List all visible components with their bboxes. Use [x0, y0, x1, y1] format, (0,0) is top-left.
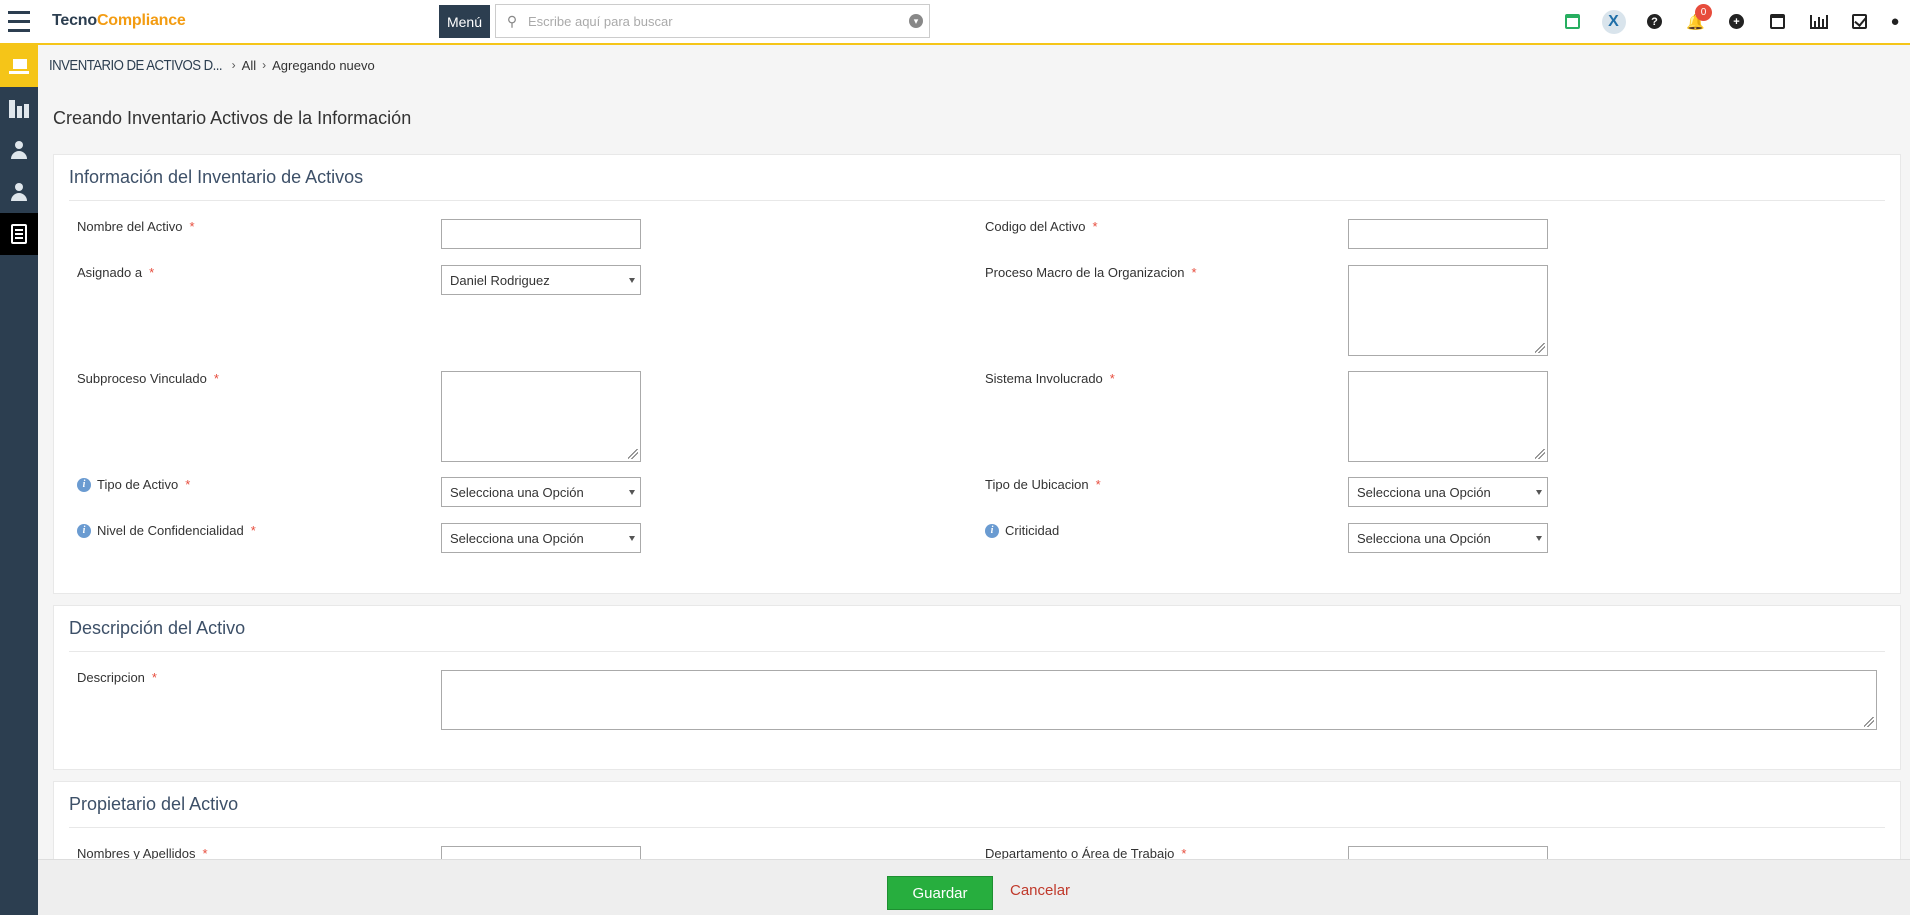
codigo-activo-input[interactable]	[1348, 219, 1548, 249]
breadcrumb: INVENTARIO DE ACTIVOS D... › All › Agreg…	[38, 45, 1910, 85]
info-icon[interactable]: i	[77, 477, 91, 492]
notification-badge: 0	[1695, 4, 1712, 21]
descripcion-textarea[interactable]	[441, 670, 1877, 730]
save-button[interactable]: Guardar	[887, 876, 993, 910]
section-asset-description: Descripción del Activo Descripcion *	[53, 605, 1901, 770]
cancel-link[interactable]: Cancelar	[1010, 882, 1070, 899]
section-asset-info: Información del Inventario de Activos No…	[53, 154, 1901, 594]
section-title: Descripción del Activo	[69, 606, 1885, 652]
label-tipo-ubicacion: Tipo de Ubicacion *	[985, 477, 1101, 492]
app-x-logo-icon[interactable]: X	[1593, 0, 1634, 43]
caret-down-icon	[629, 278, 635, 283]
brand-logo[interactable]: TecnoCompliance	[52, 12, 186, 30]
label-tipo-activo: i Tipo de Activo *	[77, 477, 190, 492]
section-title: Información del Inventario de Activos	[69, 155, 1885, 201]
help-icon[interactable]: ?	[1634, 0, 1675, 43]
sidebar-item-documents[interactable]	[0, 213, 38, 255]
chevron-right-icon: ›	[262, 58, 267, 72]
bell-icon[interactable]: 🔔 0	[1675, 0, 1716, 43]
buildings-icon	[9, 98, 29, 118]
search-icon: ⚲	[506, 12, 518, 29]
checkbox-icon[interactable]	[1839, 0, 1880, 43]
section-title: Propietario del Activo	[69, 782, 1885, 828]
tipo-ubicacion-select[interactable]: Selecciona una Opción	[1348, 477, 1548, 507]
sistema-textarea[interactable]	[1348, 371, 1548, 462]
label-sistema: Sistema Involucrado *	[985, 371, 1115, 386]
menu-button[interactable]: Menú	[439, 5, 490, 38]
asignado-select[interactable]: Daniel Rodriguez	[441, 265, 641, 295]
calendar-check-icon[interactable]	[1552, 0, 1593, 43]
breadcrumb-current: Agregando nuevo	[272, 57, 375, 73]
sidebar-item-users[interactable]	[0, 129, 38, 171]
search-dropdown-icon[interactable]: ▾	[903, 8, 929, 34]
bar-chart-icon[interactable]	[1798, 0, 1839, 43]
label-codigo-activo: Codigo del Activo *	[985, 219, 1098, 234]
nombre-activo-input[interactable]	[441, 219, 641, 249]
sidebar-item-inventory[interactable]	[0, 45, 38, 87]
label-subproceso: Subproceso Vinculado *	[77, 371, 219, 386]
caret-down-icon	[1536, 536, 1542, 541]
user-icon[interactable]: ●	[1880, 0, 1910, 43]
subproceso-textarea[interactable]	[441, 371, 641, 462]
search-input[interactable]	[528, 13, 903, 29]
calendar-icon[interactable]	[1757, 0, 1798, 43]
label-asignado: Asignado a *	[77, 265, 155, 280]
chevron-right-icon: ›	[231, 58, 236, 72]
caret-down-icon	[629, 490, 635, 495]
label-criticidad: i Criticidad	[985, 523, 1059, 538]
sidebar	[0, 45, 38, 915]
brand-logo-part1: Tecno	[52, 12, 97, 29]
label-confidencialidad: i Nivel de Confidencialidad *	[77, 523, 256, 538]
page-title: Creando Inventario Activos de la Informa…	[53, 108, 412, 128]
breadcrumb-all[interactable]: All	[242, 58, 256, 73]
document-list-icon	[11, 224, 27, 244]
tipo-activo-select[interactable]: Selecciona una Opción	[441, 477, 641, 507]
user-icon	[9, 140, 29, 160]
label-proceso-macro: Proceso Macro de la Organizacion *	[985, 265, 1197, 280]
criticidad-select[interactable]: Selecciona una Opción	[1348, 523, 1548, 553]
info-icon[interactable]: i	[985, 523, 999, 538]
sidebar-item-organization[interactable]	[0, 87, 38, 129]
plus-circle-icon[interactable]: +	[1716, 0, 1757, 43]
search-box[interactable]: ⚲ ▾	[495, 4, 930, 38]
caret-down-icon	[1536, 490, 1542, 495]
proceso-macro-textarea[interactable]	[1348, 265, 1548, 356]
cart-icon	[8, 56, 30, 76]
brand-logo-part2: Compliance	[96, 12, 186, 29]
hamburger-menu-icon[interactable]	[0, 0, 38, 43]
label-descripcion: Descripcion *	[77, 670, 157, 685]
label-nombre-activo: Nombre del Activo *	[77, 219, 195, 234]
form-footer: Guardar Cancelar	[38, 859, 1910, 915]
confidencialidad-select[interactable]: Selecciona una Opción	[441, 523, 641, 553]
breadcrumb-module[interactable]: INVENTARIO DE ACTIVOS D...	[49, 57, 223, 74]
user-tie-icon	[9, 182, 29, 202]
sidebar-item-owners[interactable]	[0, 171, 38, 213]
info-icon[interactable]: i	[77, 523, 91, 538]
top-bar: TecnoCompliance Menú ⚲ ▾ X ? 🔔0 + ●	[0, 0, 1910, 45]
caret-down-icon	[629, 536, 635, 541]
